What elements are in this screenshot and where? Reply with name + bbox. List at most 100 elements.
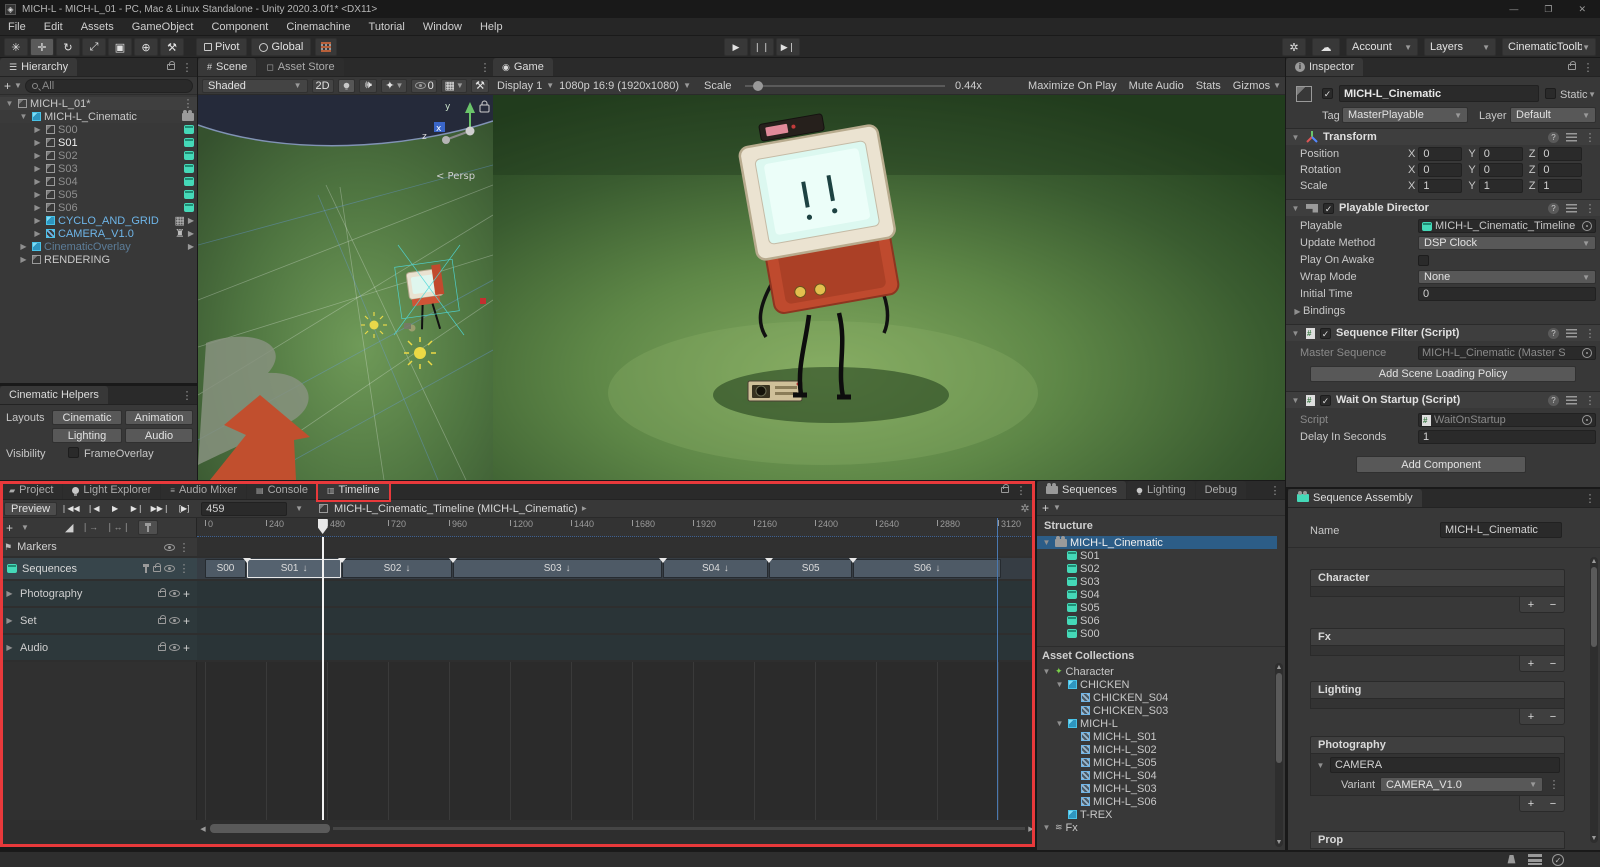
collection-item-t-rex[interactable]: T-REX [1037, 808, 1277, 821]
photography-section-header[interactable]: Photography [1310, 736, 1565, 754]
scroll-right-icon[interactable]: ▶ [1027, 825, 1035, 833]
menu-cinemachine[interactable]: Cinemachine [286, 21, 350, 33]
foldout-icon[interactable]: ▶ [32, 203, 43, 212]
foldout-icon[interactable]: ▶ [32, 164, 43, 173]
tab-asset-store[interactable]: ◻ Asset Store [257, 58, 343, 76]
eye-icon[interactable] [164, 565, 175, 572]
kebab-menu-icon[interactable]: ⋮ [1584, 327, 1596, 340]
chevron-down-icon[interactable]: ▼ [21, 523, 29, 532]
collection-item-chicken_s04[interactable]: CHICKEN_S04 [1037, 691, 1277, 704]
timeline-breadcrumb[interactable]: MICH-L_Cinematic_Timeline (MICH-L_Cinema… [334, 503, 577, 515]
foldout-icon[interactable]: ▶ [32, 138, 43, 147]
kebab-menu-icon[interactable]: ⋮ [178, 562, 190, 575]
pin-icon[interactable] [142, 564, 150, 573]
scroll-down-icon[interactable]: ▼ [1590, 835, 1598, 842]
sequence-badge-icon[interactable] [184, 164, 194, 173]
remove-item-button[interactable]: − [1550, 711, 1556, 723]
transform-position-z-field[interactable]: 0 [1538, 147, 1582, 161]
track-header-set[interactable]: ▶ Set + [0, 608, 197, 633]
gameobject-name-field[interactable]: MICH-L_Cinematic [1339, 85, 1539, 102]
foldout-icon[interactable]: ▼ [1054, 719, 1065, 728]
add-clip-button[interactable]: + [183, 587, 190, 601]
add-track-button[interactable]: + [6, 521, 13, 535]
hierarchy-item-s00[interactable]: ▶S00 [0, 123, 197, 136]
timeline-clip-s03[interactable]: S03↓ [453, 559, 662, 578]
hierarchy-item-s05[interactable]: ▶S05 [0, 188, 197, 201]
structure-item-s03[interactable]: S03 [1037, 575, 1277, 588]
kebab-menu-icon[interactable]: ⋮ [182, 97, 194, 110]
timeline-clip-s00[interactable]: S00 [205, 559, 246, 578]
lock-icon[interactable] [158, 618, 166, 624]
transform-tool-button[interactable]: ⊕ [134, 38, 158, 56]
fx-section-list[interactable] [1310, 646, 1565, 656]
sequence-badge-icon[interactable] [184, 203, 194, 212]
play-range-button[interactable]: [▶] [173, 502, 195, 516]
chevron-down-icon[interactable]: ▼ [1053, 503, 1061, 512]
tab-lighting[interactable]: Lighting [1127, 481, 1195, 499]
sequence-badge-icon[interactable] [184, 190, 194, 199]
director-badge-icon[interactable] [182, 113, 194, 121]
foldout-icon[interactable]: ▶ [1292, 307, 1303, 316]
presets-icon[interactable] [1566, 204, 1577, 213]
custom-tool-button[interactable]: ⚒ [160, 38, 184, 56]
character-section-list[interactable] [1310, 587, 1565, 597]
add-item-button[interactable]: + [1528, 798, 1534, 810]
hidden-objects-button[interactable]: 0 [411, 79, 437, 93]
lock-icon[interactable] [1568, 64, 1576, 70]
kebab-menu-icon[interactable]: ⋮ [1584, 131, 1596, 144]
add-item-button[interactable]: + [1528, 711, 1534, 723]
eye-icon[interactable] [169, 644, 180, 651]
chevron-down-icon[interactable]: ▼ [14, 81, 22, 90]
timeline-clip-s02[interactable]: S02↓ [342, 559, 452, 578]
foldout-icon[interactable]: ▼ [1041, 538, 1052, 547]
foldout-icon[interactable]: ▼ [1041, 823, 1052, 832]
add-item-button[interactable]: + [1528, 658, 1534, 670]
help-icon[interactable]: ? [1548, 132, 1559, 143]
menu-help[interactable]: Help [480, 21, 503, 33]
component-enabled-checkbox[interactable]: ✓ [1320, 328, 1331, 339]
layout-animation-button[interactable]: Animation [125, 410, 193, 425]
timeline-hscrollbar[interactable]: ◀ ▶ [197, 822, 1035, 835]
transform-rotation-x-field[interactable]: 0 [1418, 163, 1462, 177]
scroll-up-icon[interactable]: ▲ [1275, 664, 1283, 671]
timeline-clip-s05[interactable]: S05 [769, 559, 852, 578]
collection-item-chicken_s03[interactable]: CHICKEN_S03 [1037, 704, 1277, 717]
foldout-icon[interactable]: ▶ [32, 177, 43, 186]
maximize-on-play-toggle[interactable]: Maximize On Play [1028, 80, 1117, 92]
eye-icon[interactable] [169, 617, 180, 624]
update-method-dropdown[interactable]: DSP Clock▼ [1418, 236, 1596, 250]
foldout-icon[interactable]: ▼ [1290, 329, 1301, 338]
add-object-button[interactable]: + [4, 79, 11, 93]
2d-toggle-button[interactable]: 2D [312, 79, 334, 93]
add-scene-loading-policy-button[interactable]: Add Scene Loading Policy [1310, 366, 1576, 382]
pivot-toggle-button[interactable]: Pivot [196, 38, 247, 56]
add-clip-button[interactable]: + [183, 641, 190, 655]
collection-item-mich-l_s04[interactable]: MICH-L_S04 [1037, 769, 1277, 782]
collab-disabled-icon[interactable] [1528, 854, 1542, 865]
timeline-clip-s06[interactable]: S06↓ [853, 559, 1001, 578]
track-header-markers[interactable]: ⚑ Markers ⋮ [0, 538, 197, 556]
foldout-icon[interactable]: ▼ [1054, 680, 1065, 689]
play-on-awake-checkbox[interactable] [1418, 255, 1429, 266]
active-checkbox[interactable]: ✓ [1322, 88, 1333, 99]
fx-section-header[interactable]: Fx [1310, 628, 1565, 646]
delay-field[interactable]: 1 [1418, 430, 1596, 444]
foldout-icon[interactable]: ▶ [4, 643, 15, 652]
hscroll-track[interactable] [333, 827, 1025, 830]
presets-icon[interactable] [1566, 133, 1577, 142]
goto-end-button[interactable]: ▶▶❘ [149, 502, 171, 516]
kebab-menu-icon[interactable]: ⋮ [181, 61, 193, 74]
hierarchy-item-rendering[interactable]: ▶RENDERING [0, 253, 197, 266]
hierarchy-search-input[interactable]: All [25, 79, 193, 93]
eye-icon[interactable] [169, 590, 180, 597]
collection-item-mich-l_s01[interactable]: MICH-L_S01 [1037, 730, 1277, 743]
foldout-icon[interactable]: ▶ [32, 216, 43, 225]
preferences-light-button[interactable]: ✲ [1282, 38, 1306, 56]
component-enabled-checkbox[interactable]: ✓ [1323, 203, 1334, 214]
foldout-icon[interactable]: ▶ [4, 589, 15, 598]
foldout-icon[interactable]: ▼ [4, 99, 15, 108]
global-toggle-button[interactable]: Global [251, 38, 311, 56]
frame-overlay-checkbox[interactable] [68, 447, 79, 458]
kebab-menu-icon[interactable]: ⋮ [1269, 484, 1281, 497]
scene-tools-button[interactable]: ⚒ [471, 79, 489, 93]
